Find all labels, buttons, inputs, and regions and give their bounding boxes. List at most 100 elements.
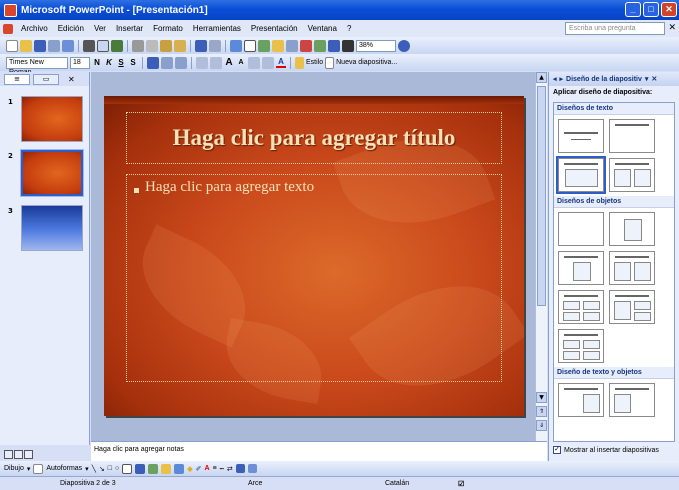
tab-outline[interactable]: ≡: [4, 73, 30, 85]
color-grayscale-icon[interactable]: [342, 39, 354, 52]
shadow-button[interactable]: S: [128, 58, 138, 67]
document-icon[interactable]: [3, 23, 13, 34]
help-question-input[interactable]: Escriba una pregunta: [565, 22, 665, 35]
layout-title-text[interactable]: [556, 156, 606, 194]
slide-sorter-icon[interactable]: [14, 450, 23, 459]
show-on-insert-checkbox[interactable]: ✓ Mostrar al insertar diapositivas: [553, 446, 659, 454]
menu-ventana[interactable]: Ventana: [303, 24, 342, 33]
insert-chart-icon[interactable]: [230, 39, 242, 52]
layout-four-content[interactable]: [558, 329, 604, 363]
italic-button[interactable]: K: [104, 58, 114, 67]
cut-icon[interactable]: [132, 39, 144, 52]
copy-icon[interactable]: [146, 39, 158, 52]
underline-button[interactable]: S: [116, 58, 126, 67]
checkbox-icon[interactable]: ✓: [553, 446, 561, 454]
bold-button[interactable]: N: [92, 58, 102, 67]
bullets-icon[interactable]: [210, 56, 222, 69]
layout-title-two-content[interactable]: [609, 251, 655, 285]
slide-thumbnail-2[interactable]: [20, 149, 84, 197]
scroll-down-icon[interactable]: ▼: [536, 392, 547, 403]
layout-two-column-text[interactable]: [609, 158, 655, 192]
slide-thumbnail-row[interactable]: 1: [0, 96, 90, 150]
menu-ver[interactable]: Ver: [89, 24, 111, 33]
draw-menu[interactable]: Dibujo: [4, 465, 24, 472]
insert-diagram-icon[interactable]: [286, 39, 298, 52]
wordart-icon[interactable]: [135, 463, 146, 474]
textbox-icon[interactable]: [122, 463, 133, 474]
new-slide-icon[interactable]: [325, 56, 335, 69]
slideshow-icon[interactable]: [24, 450, 33, 459]
design-button[interactable]: Estilo: [306, 59, 323, 66]
increase-indent-icon[interactable]: [262, 56, 274, 69]
font-color-drawing-icon[interactable]: A: [205, 465, 210, 472]
task-pane-close-icon[interactable]: ✕: [651, 75, 657, 83]
slide-thumbnail-row[interactable]: 3: [0, 205, 90, 259]
arrow-style-icon[interactable]: ⇄: [227, 465, 233, 473]
dropdown-icon[interactable]: ▾: [85, 465, 89, 473]
oval-icon[interactable]: ○: [115, 465, 119, 472]
layout-title-slide[interactable]: [558, 119, 604, 153]
notes-pane[interactable]: Haga clic para agregar notas: [91, 441, 547, 461]
menu-help[interactable]: ?: [342, 24, 356, 33]
slide-thumbnail-row[interactable]: 2: [0, 149, 90, 204]
line-style-icon[interactable]: ≡: [213, 465, 217, 472]
previous-slide-icon[interactable]: ⇑: [536, 406, 547, 417]
slide-thumbnail-1[interactable]: [21, 96, 83, 142]
layout-content-text[interactable]: [609, 383, 655, 417]
decrease-indent-icon[interactable]: [248, 56, 260, 69]
menu-formato[interactable]: Formato: [148, 24, 188, 33]
select-objects-icon[interactable]: [33, 463, 44, 474]
fill-color-icon[interactable]: ◆: [187, 465, 192, 473]
paste-icon[interactable]: [160, 39, 172, 52]
dash-style-icon[interactable]: ┅: [220, 465, 224, 473]
next-slide-icon[interactable]: ⇓: [536, 420, 547, 431]
help-icon[interactable]: [398, 39, 410, 52]
permission-icon[interactable]: [48, 39, 60, 52]
font-size-select[interactable]: 18: [70, 56, 90, 69]
forward-icon[interactable]: ▸: [560, 75, 564, 83]
decrease-font-icon[interactable]: A: [236, 59, 246, 66]
zoom-select[interactable]: 38%: [356, 39, 396, 52]
layout-title-content-grid[interactable]: [558, 290, 604, 324]
scroll-thumb[interactable]: [537, 86, 546, 306]
normal-view-icon[interactable]: [4, 450, 13, 459]
align-left-icon[interactable]: [147, 56, 159, 69]
close-pane-icon[interactable]: ✕: [68, 75, 75, 84]
grid-icon[interactable]: [328, 39, 340, 52]
tables-borders-icon[interactable]: [258, 39, 270, 52]
menu-presentacion[interactable]: Presentación: [246, 24, 303, 33]
diagram-icon[interactable]: [148, 463, 159, 474]
shadow-style-icon[interactable]: [235, 464, 245, 473]
align-center-icon[interactable]: [161, 56, 173, 69]
new-slide-button[interactable]: Nueva diapositiva...: [336, 59, 397, 66]
font-color-icon[interactable]: A: [276, 57, 286, 68]
layout-title-content[interactable]: [558, 251, 604, 285]
layout-blank[interactable]: [558, 212, 604, 246]
layout-content[interactable]: [609, 212, 655, 246]
new-icon[interactable]: [6, 39, 18, 52]
close-document-icon[interactable]: ✕: [668, 22, 676, 33]
font-name-select[interactable]: Times New Roman: [6, 56, 68, 76]
undo-icon[interactable]: [195, 39, 207, 52]
powerpoint-app-icon[interactable]: [4, 3, 17, 17]
spelling-icon[interactable]: [111, 39, 123, 52]
menu-insertar[interactable]: Insertar: [111, 24, 148, 33]
print-preview-icon[interactable]: [97, 39, 109, 52]
save-icon[interactable]: [34, 39, 46, 52]
rectangle-icon[interactable]: □: [108, 465, 112, 472]
line-color-icon[interactable]: ✐: [196, 465, 202, 473]
clipart-icon[interactable]: [161, 463, 172, 474]
expand-all-icon[interactable]: [300, 39, 312, 52]
arrow-icon[interactable]: ↘: [99, 465, 105, 473]
print-icon[interactable]: [83, 39, 95, 52]
tab-slides[interactable]: ▭: [33, 73, 59, 85]
line-icon[interactable]: ╲: [92, 465, 96, 473]
back-icon[interactable]: ◂: [553, 75, 557, 83]
picture-icon[interactable]: [174, 463, 185, 474]
increase-font-icon[interactable]: A: [224, 57, 234, 68]
numbering-icon[interactable]: [196, 56, 208, 69]
dropdown-icon[interactable]: ▾: [27, 465, 31, 473]
design-icon[interactable]: [295, 56, 304, 69]
task-pane-menu-icon[interactable]: ▾: [645, 75, 649, 83]
menu-herramientas[interactable]: Herramientas: [188, 24, 246, 33]
